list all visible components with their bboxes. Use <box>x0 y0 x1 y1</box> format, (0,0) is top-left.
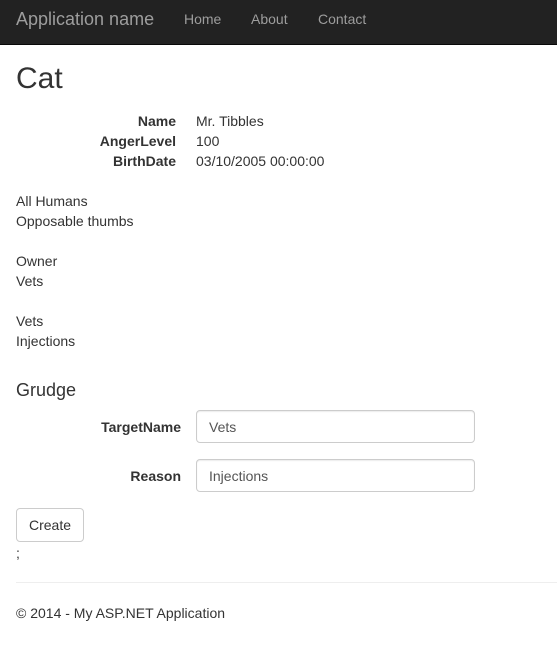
reason-label: Reason <box>130 468 181 484</box>
brand-link[interactable]: Application name <box>16 9 154 29</box>
detail-label: BirthDate <box>112 153 176 169</box>
create-button[interactable]: Create <box>16 508 84 542</box>
text-line: Owner <box>16 253 58 269</box>
top-navbar: Application name Home About Contact <box>0 0 557 45</box>
trailing-text: ; <box>16 545 20 561</box>
nav-link-about[interactable]: About <box>251 11 288 27</box>
nav-link-contact[interactable]: Contact <box>318 11 366 27</box>
text-line: Opposable thumbs <box>16 213 134 229</box>
text-line: Injections <box>16 333 76 349</box>
detail-value: 03/10/2005 00:00:00 <box>196 153 325 169</box>
grudge-heading: Grudge <box>16 380 77 400</box>
reason-input[interactable] <box>196 459 475 492</box>
detail-label: Name <box>137 113 176 129</box>
detail-row-angerlevel: AngerLevel 100 <box>0 131 557 151</box>
footer-divider <box>16 582 557 583</box>
detail-row-name: Name Mr. Tibbles <box>0 111 557 131</box>
detail-row-birthdate: BirthDate 03/10/2005 00:00:00 <box>0 151 557 171</box>
page-title: Cat <box>16 62 63 95</box>
footer-text: © 2014 - My ASP.NET Application <box>16 605 226 621</box>
target-name-label: TargetName <box>101 419 181 435</box>
detail-label: AngerLevel <box>99 133 176 149</box>
text-line: Vets <box>16 273 44 289</box>
nav-link-home[interactable]: Home <box>184 11 221 27</box>
text-line: Vets <box>16 313 44 329</box>
detail-value: Mr. Tibbles <box>196 113 264 129</box>
target-name-input[interactable] <box>196 410 475 443</box>
detail-value: 100 <box>196 133 220 149</box>
text-line: All Humans <box>16 193 88 209</box>
